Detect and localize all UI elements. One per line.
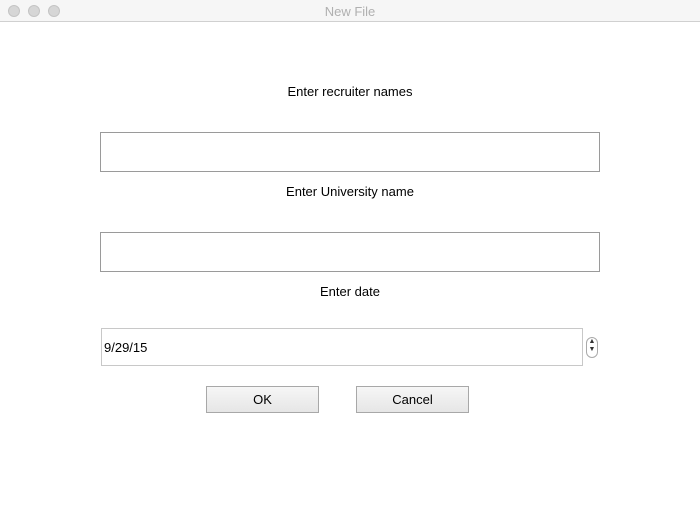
chevron-down-icon[interactable]: ▼: [589, 346, 596, 353]
recruiter-label: Enter recruiter names: [287, 84, 413, 99]
chevron-up-icon[interactable]: ▲: [589, 338, 596, 345]
cancel-button[interactable]: Cancel: [356, 386, 469, 413]
recruiter-input[interactable]: [100, 132, 600, 172]
date-label: Enter date: [320, 284, 380, 299]
ok-button[interactable]: OK: [206, 386, 319, 413]
university-input[interactable]: [100, 232, 600, 272]
date-input[interactable]: 9/29/15: [101, 328, 583, 366]
university-label: Enter University name: [286, 184, 414, 199]
title-bar: New File: [0, 0, 700, 22]
window-title: New File: [324, 4, 376, 19]
date-stepper[interactable]: ▲ ▼: [586, 337, 598, 358]
